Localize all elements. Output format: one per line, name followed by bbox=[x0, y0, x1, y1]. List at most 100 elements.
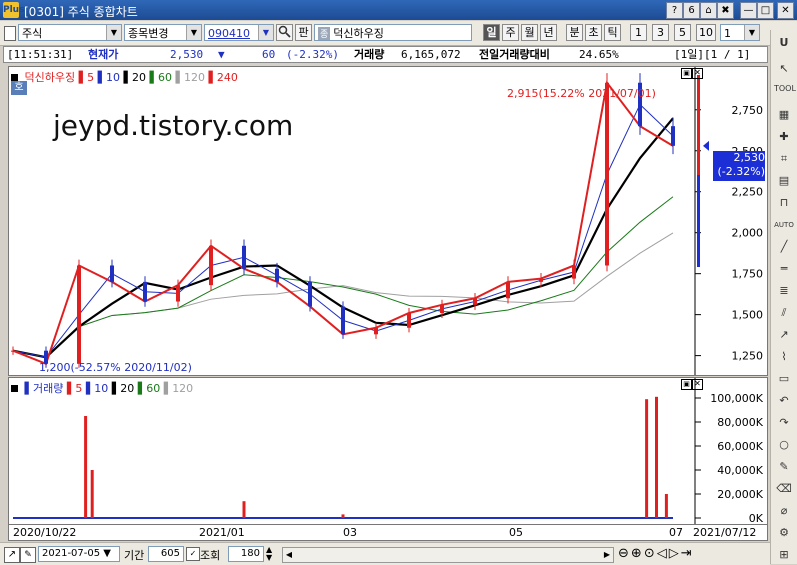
fibo-icon[interactable]: ≣ bbox=[774, 282, 794, 300]
view-input[interactable]: 180 bbox=[228, 546, 264, 562]
period-day[interactable]: 일 bbox=[483, 24, 500, 41]
pen-icon[interactable]: ✎ bbox=[774, 458, 794, 476]
price-chart-panel[interactable]: 2,7502,5002,2502,0001,7501,5001,250 호 덕신… bbox=[8, 66, 768, 376]
code-change-select[interactable]: 종목변경 ▼ bbox=[124, 24, 202, 41]
scroll-start-icon[interactable]: ◁ bbox=[657, 546, 669, 561]
bottom-bar: ↗ ✎ 2021-07-05 ▼ 기간 605 ✓ 조회 180 ▲ ▼ ◀ ▶ … bbox=[0, 542, 770, 565]
layout-icon[interactable] bbox=[4, 26, 16, 41]
current-tag-price: 2,530 bbox=[733, 151, 766, 164]
chart-settings-icon[interactable]: ↗ bbox=[4, 547, 20, 563]
candle-body bbox=[407, 313, 411, 328]
interval-10[interactable]: 10 bbox=[696, 24, 716, 41]
candle-body bbox=[440, 304, 444, 313]
legend-vma10: 10 bbox=[94, 382, 109, 395]
help-button[interactable]: ? bbox=[666, 2, 683, 19]
view-label: 조회 bbox=[200, 549, 221, 562]
zigzag-icon[interactable]: ⌇ bbox=[774, 348, 794, 366]
chevron-down-icon[interactable]: ▼ bbox=[106, 25, 121, 40]
panel-close-icon[interactable]: ✕ bbox=[692, 379, 703, 390]
prev-volume-label: 전일거래량대비 bbox=[479, 48, 550, 61]
quote-time: [11:51:31] bbox=[7, 48, 74, 61]
chart-type-icon[interactable]: ▦ bbox=[774, 106, 794, 124]
candle-body bbox=[11, 350, 15, 352]
link-button[interactable]: 6 bbox=[683, 2, 700, 19]
code-input[interactable]: 090410 ▼ bbox=[204, 24, 274, 41]
volume-chart[interactable]: 100,000K 80,000K 60,000K 40,000K 20,000K 0K bbox=[9, 378, 767, 524]
volume-bar bbox=[90, 470, 94, 518]
bar-chart-icon[interactable]: ▤ bbox=[774, 172, 794, 190]
stock-name: 덕신하우징 bbox=[333, 27, 384, 40]
minimize-button[interactable]: — bbox=[740, 2, 757, 19]
checkbox-icon[interactable]: ✓ bbox=[186, 547, 200, 561]
delete-icon[interactable]: ⌫ bbox=[774, 480, 794, 498]
tool-icon[interactable]: TOOL bbox=[774, 80, 796, 98]
panel-restore-icon[interactable]: ▣ bbox=[681, 68, 692, 79]
period-year[interactable]: 년 bbox=[540, 24, 557, 41]
zoom-plus-icon[interactable]: ⊕ bbox=[631, 546, 644, 561]
legend-ma10: 10 bbox=[106, 71, 121, 84]
period-week[interactable]: 주 bbox=[502, 24, 519, 41]
zoom-reset-icon[interactable]: ⊙ bbox=[644, 546, 657, 561]
pan-button[interactable]: 판 bbox=[295, 24, 312, 41]
x-label-start: 2020/10/22 bbox=[13, 526, 77, 539]
box-icon[interactable]: ▭ bbox=[774, 370, 794, 388]
horizontal-scrollbar[interactable]: ◀ ▶ bbox=[282, 547, 614, 563]
candle-body bbox=[242, 245, 246, 269]
zoom-controls[interactable]: ⊖⊕⊙◁▷⇥ bbox=[618, 546, 694, 561]
period-second[interactable]: 초 bbox=[585, 24, 602, 41]
eraser-icon[interactable]: ⌀ bbox=[774, 502, 794, 520]
interval-3[interactable]: 3 bbox=[652, 24, 669, 41]
close-button[interactable]: ✕ bbox=[777, 2, 794, 19]
market-value: 주식 bbox=[22, 27, 43, 40]
panel-restore-icon[interactable]: ▣ bbox=[681, 379, 692, 390]
chevron-down-icon[interactable]: ▼ bbox=[186, 25, 201, 40]
panel-close-icon[interactable]: ✕ bbox=[692, 68, 703, 79]
draw-icon[interactable]: ✎ bbox=[20, 547, 36, 563]
date-picker[interactable]: 2021-07-05 ▼ bbox=[38, 546, 120, 562]
lock-icon[interactable]: ⊞ bbox=[774, 546, 794, 564]
auto-icon[interactable]: AUTO bbox=[774, 216, 794, 234]
range-bar-down bbox=[697, 175, 700, 267]
current-tag-pct: (-2.32%) bbox=[717, 165, 766, 178]
period-minute[interactable]: 분 bbox=[566, 24, 583, 41]
volume-chart-panel[interactable]: 100,000K 80,000K 60,000K 40,000K 20,000K 0K ▌… bbox=[8, 377, 768, 525]
vol-tick-label: 0K bbox=[749, 512, 764, 524]
scroll-left-icon[interactable]: ◀ bbox=[283, 548, 295, 562]
search-button[interactable] bbox=[276, 24, 293, 41]
indicator-icon[interactable]: ⌗ bbox=[774, 150, 794, 168]
crosshair-icon[interactable]: ✚ bbox=[774, 128, 794, 146]
stepper-icon[interactable]: ▲ ▼ bbox=[266, 546, 276, 562]
undo-icon[interactable]: ↶ bbox=[774, 392, 794, 410]
page-end-icon[interactable]: ⇥ bbox=[681, 546, 694, 561]
zoom-minus-icon[interactable]: ⊖ bbox=[618, 546, 631, 561]
interval-1[interactable]: 1 bbox=[630, 24, 647, 41]
interval-5[interactable]: 5 bbox=[674, 24, 691, 41]
unit-icon[interactable]: U bbox=[774, 34, 794, 52]
settings-icon[interactable]: ⚙ bbox=[774, 524, 794, 542]
y-tick-label: 1,250 bbox=[732, 350, 764, 363]
period-tick[interactable]: 틱 bbox=[604, 24, 621, 41]
period-input[interactable]: 605 bbox=[148, 546, 184, 562]
circle-icon[interactable]: ○ bbox=[774, 436, 794, 454]
market-select[interactable]: 주식 ▼ bbox=[18, 24, 122, 41]
home-button[interactable]: ⌂ bbox=[700, 2, 717, 19]
down-arrow-icon: ▼ bbox=[218, 48, 225, 61]
scroll-right-icon[interactable]: ▶ bbox=[601, 548, 613, 562]
channel-icon[interactable]: ⫽ bbox=[774, 304, 794, 322]
scroll-end-icon[interactable]: ▷ bbox=[669, 546, 681, 561]
count-select[interactable]: 1 ▼ bbox=[720, 24, 760, 41]
drawing-toolbar: U ↖ TOOL ▦ ✚ ⌗ ▤ ⊓ AUTO ╱ ═ ≣ ⫽ ↗ ⌇ ▭ ↶ … bbox=[770, 30, 797, 564]
hline-icon[interactable]: ═ bbox=[774, 260, 794, 278]
redo-icon[interactable]: ↷ bbox=[774, 414, 794, 432]
cursor-icon[interactable]: ↖ bbox=[774, 60, 794, 78]
maximize-button[interactable]: □ bbox=[757, 2, 774, 19]
legend-box-icon bbox=[11, 74, 18, 81]
arrow-line-icon[interactable]: ↗ bbox=[774, 326, 794, 344]
trendline-icon[interactable]: ╱ bbox=[774, 238, 794, 256]
pin-button[interactable]: ✖ bbox=[717, 2, 734, 19]
period-month[interactable]: 월 bbox=[521, 24, 538, 41]
magnet-icon[interactable]: ⊓ bbox=[774, 194, 794, 212]
stock-name-field[interactable]: 종 덕신하우징 bbox=[314, 24, 472, 41]
chevron-down-icon[interactable]: ▼ bbox=[744, 25, 759, 40]
chevron-down-icon[interactable]: ▼ bbox=[258, 25, 273, 40]
